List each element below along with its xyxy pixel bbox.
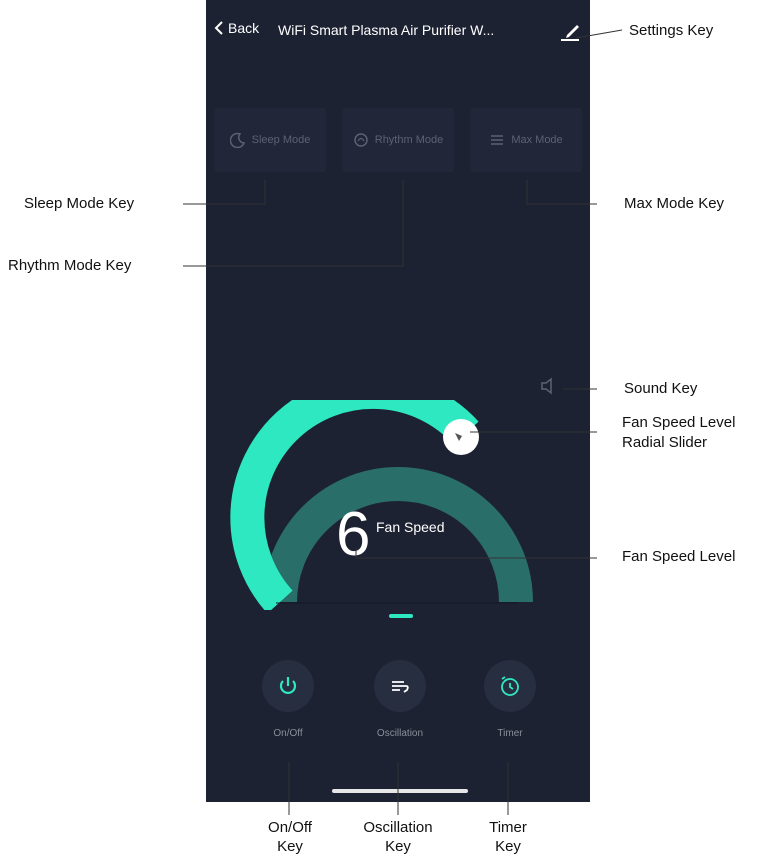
- back-label: Back: [228, 20, 260, 36]
- fan-speed-gauge: [230, 400, 533, 610]
- oscillation-icon: [392, 681, 409, 693]
- rhythm-mode-label: Rhythm Mode: [374, 134, 444, 146]
- home-indicator: [332, 789, 468, 793]
- page-indicator: [389, 614, 413, 618]
- power-icon: [279, 677, 297, 694]
- annotation-max-mode: Max Mode Key: [624, 195, 725, 212]
- rhythm-icon: [354, 133, 368, 147]
- chevron-left-icon: [214, 21, 223, 35]
- max-mode-label: Max Mode: [511, 134, 563, 146]
- rhythm-mode-button[interactable]: Rhythm Mode: [342, 108, 454, 172]
- annotation-timer-line1: Timer: [489, 819, 527, 836]
- annotation-sleep-mode: Sleep Mode Key: [24, 195, 135, 212]
- annotation-onoff-line1: On/Off: [268, 819, 312, 836]
- annotation-slider-line1: Fan Speed Level: [622, 414, 736, 431]
- fan-speed-level: 6: [336, 500, 371, 569]
- max-mode-button[interactable]: Max Mode: [470, 108, 582, 172]
- annotation-slider-line2: Radial Slider: [622, 434, 708, 451]
- header: Back WiFi Smart Plasma Air Purifier W...: [206, 20, 590, 44]
- on-off-button[interactable]: On/Off: [258, 660, 318, 760]
- max-icon: [491, 135, 504, 145]
- annotation-sound: Sound Key: [624, 380, 698, 397]
- timer-icon: [501, 676, 519, 696]
- annotation-onoff-line2: Key: [277, 838, 303, 855]
- annotation-rhythm-mode: Rhythm Mode Key: [8, 257, 132, 274]
- page-title: WiFi Smart Plasma Air Purifier W...: [278, 22, 495, 38]
- oscillation-button[interactable]: Oscillation: [370, 660, 430, 760]
- on-off-label: On/Off: [273, 728, 303, 739]
- mode-bar: Sleep Mode Rhythm Mode Max Mode: [206, 108, 590, 172]
- annotation-onoff: On/Off Key: [240, 818, 340, 856]
- back-button[interactable]: Back: [214, 20, 259, 36]
- timer-label: Timer: [497, 728, 523, 739]
- timer-button[interactable]: Timer: [480, 660, 540, 760]
- annotation-fan-level: Fan Speed Level: [622, 548, 736, 565]
- app-screen: Back WiFi Smart Plasma Air Purifier W...…: [206, 0, 590, 802]
- oscillation-label: Oscillation: [376, 728, 424, 739]
- annotation-osc-line1: Oscillation: [363, 819, 433, 836]
- sleep-mode-button[interactable]: Sleep Mode: [214, 108, 326, 172]
- speaker-icon[interactable]: [539, 377, 557, 395]
- sleep-mode-label: Sleep Mode: [251, 134, 311, 146]
- annotation-timer: Timer Key: [470, 818, 546, 856]
- annotation-timer-line2: Key: [495, 838, 521, 855]
- fan-speed-slider-handle[interactable]: [443, 419, 479, 455]
- edit-icon[interactable]: [558, 18, 582, 42]
- annotation-oscillation: Oscillation Key: [345, 818, 451, 856]
- annotation-osc-line2: Key: [385, 838, 411, 855]
- fan-speed-label: Fan Speed: [376, 519, 445, 535]
- moon-icon: [229, 132, 245, 148]
- annotation-settings: Settings Key: [629, 22, 714, 39]
